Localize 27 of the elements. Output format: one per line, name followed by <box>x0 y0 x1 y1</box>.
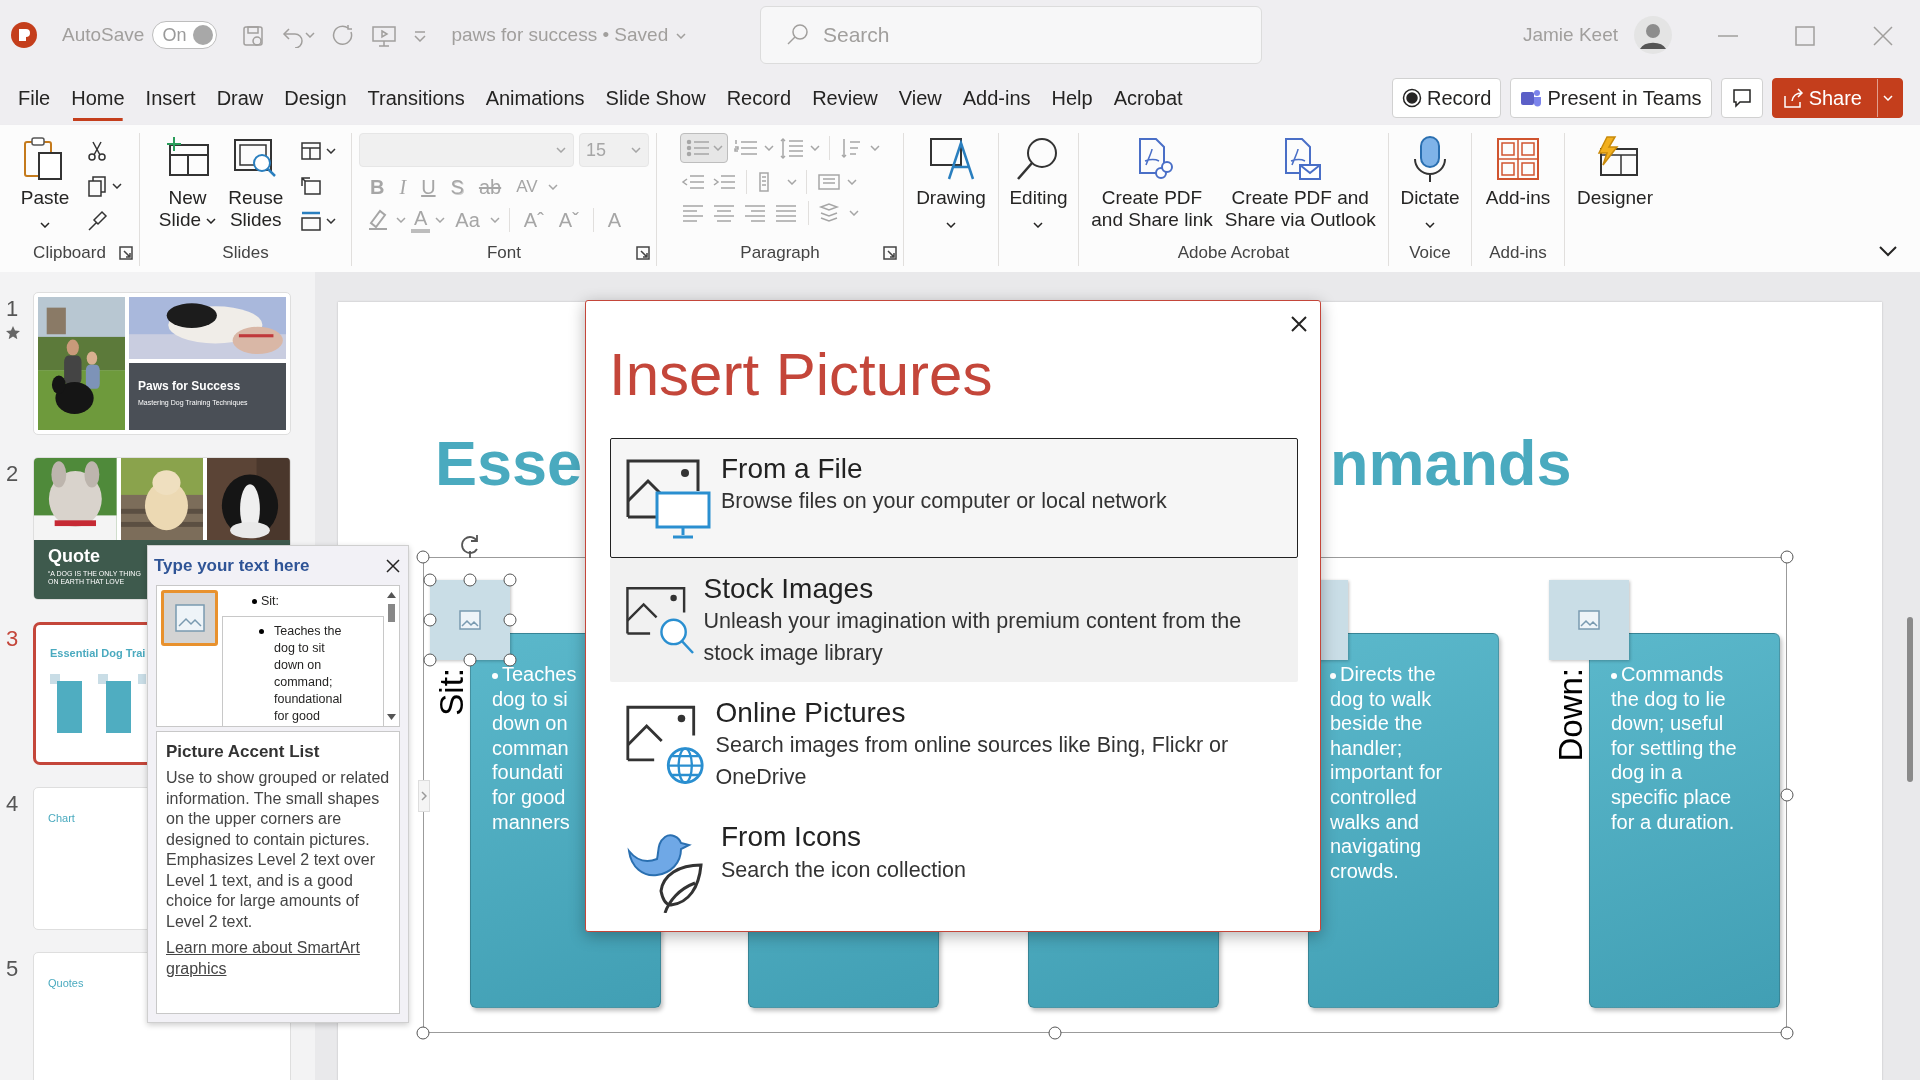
group-label: Slides <box>222 243 269 262</box>
card-text: Directs the dog to walk beside the handler; important for controlled walks and navigating crowds. <box>1330 662 1444 884</box>
group-label: Adobe Acrobat <box>1177 243 1290 262</box>
slide-title: nmands <box>1330 432 1572 495</box>
slide-title: Esse <box>435 432 583 495</box>
slide-number: 3 <box>6 625 19 653</box>
slide-title: Paws for Success <box>138 378 241 395</box>
group-label: Clipboard <box>33 243 106 262</box>
column-label: Sit: <box>434 668 470 716</box>
group-label: Font <box>487 243 521 262</box>
slide-number: 4 <box>6 790 19 818</box>
slide-title: Quote <box>48 545 100 568</box>
group-label: Add-ins <box>1489 243 1547 262</box>
card-text: Commands the dog to lie down; useful for settling the dog in a specific place for a duration. <box>1611 662 1738 835</box>
layout-description: Use to show grouped or related information. The small shapes on the upper corners are designed to contain pictures. Emphasizes Level 2 text over Level 1 text, and is a good choice for large amounts of Level 2 text. <box>166 768 390 932</box>
slide-number: 1 <box>6 295 19 323</box>
slide-title: Essential Dog Trai <box>49 646 146 661</box>
slide-title: Quotes <box>47 976 84 991</box>
group-label: Paragraph <box>740 243 820 262</box>
group-label: Voice <box>1409 243 1451 262</box>
autosave-label: AutoSave <box>62 22 145 47</box>
slide-title: Chart <box>47 811 75 826</box>
slide-number: 5 <box>6 955 19 983</box>
column-label: Down: <box>1553 668 1589 762</box>
slide-number: 2 <box>6 460 19 488</box>
layout-name: Picture Accent List <box>166 740 321 763</box>
dialog-title: Insert Pictures <box>609 340 993 410</box>
